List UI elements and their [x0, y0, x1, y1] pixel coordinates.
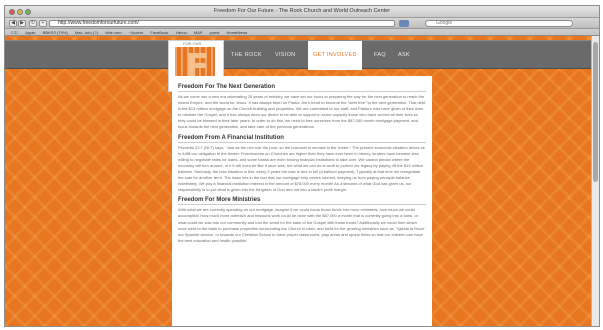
forward-button[interactable]: ▶ — [18, 20, 26, 27]
section-body: Proverbs 22:7 (NLT) says, "Just as the r… — [178, 144, 425, 193]
rss-icon[interactable] — [399, 20, 409, 27]
bookmark-item[interactable]: HomeNews — [227, 30, 248, 35]
section-title: Freedom For The Next Generation — [178, 84, 426, 92]
browser-toolbar: ◀ ▶ ↻ + http://www.freedomforourfuture.c… — [5, 18, 599, 29]
main-content: Freedom For The Next Generation As we co… — [172, 76, 432, 326]
web-page: THE ROCK VISION GET INVOLVED FAQ ASK FOR… — [5, 36, 599, 326]
bookmark-item[interactable]: Apple — [25, 30, 35, 35]
add-bookmark-button[interactable]: + — [39, 20, 47, 27]
nav-vision[interactable]: VISION — [275, 41, 295, 70]
site-nav: THE ROCK VISION GET INVOLVED FAQ ASK — [5, 40, 599, 70]
window-title: Freedom For Our Future - The Rock Church… — [213, 8, 391, 14]
nav-get-involved[interactable]: GET INVOLVED — [308, 41, 362, 70]
bookmark-item[interactable]: ☐☐ — [11, 30, 18, 35]
bookmark-item[interactable]: FaceBook — [150, 30, 168, 35]
section-body: As we come into a new era celebrating 25… — [178, 94, 426, 130]
nav-faq[interactable]: FAQ — [374, 41, 386, 70]
nav-ask[interactable]: ASK — [398, 41, 410, 70]
bookmark-item[interactable]: Yahoo — [176, 30, 187, 35]
search-placeholder: Google — [436, 20, 453, 26]
reload-button[interactable]: ↻ — [29, 20, 37, 27]
nav-the-rock[interactable]: THE ROCK — [231, 41, 262, 70]
bookmarks-bar: ☐☐ Apple BBKSS (79%) Mac -Info-(?) Vide.… — [5, 29, 599, 36]
section-body: With what we are currently spending on o… — [178, 207, 425, 243]
bookmark-item[interactable]: Mac -Info-(?) — [75, 30, 98, 35]
bookmark-item[interactable]: MAP — [194, 30, 203, 35]
section-title: Freedom For More Ministries — [178, 197, 426, 206]
vertical-scrollbar[interactable] — [591, 36, 599, 326]
bookmark-item[interactable]: Vide.com — [105, 30, 122, 35]
search-field[interactable]: Google — [425, 20, 573, 27]
back-button[interactable]: ◀ — [9, 20, 17, 27]
bookmark-item[interactable]: ~Accent — [129, 30, 144, 35]
bookmark-item[interactable]: poest — [210, 30, 220, 35]
address-bar[interactable]: http://www.freedomforourfuture.com/ — [49, 20, 395, 27]
url-text: http://www.freedomforourfuture.com/ — [58, 20, 139, 26]
bookmark-item[interactable]: BBKSS (79%) — [43, 30, 68, 35]
title-bar: Freedom For Our Future - The Rock Church… — [5, 6, 599, 18]
section-title: Freedom From A Financial Institution — [178, 135, 426, 143]
logo-tagline: FOR OUR — [183, 41, 202, 46]
browser-window: Freedom For Our Future - The Rock Church… — [4, 5, 600, 327]
scrollbar-thumb[interactable] — [593, 42, 598, 182]
